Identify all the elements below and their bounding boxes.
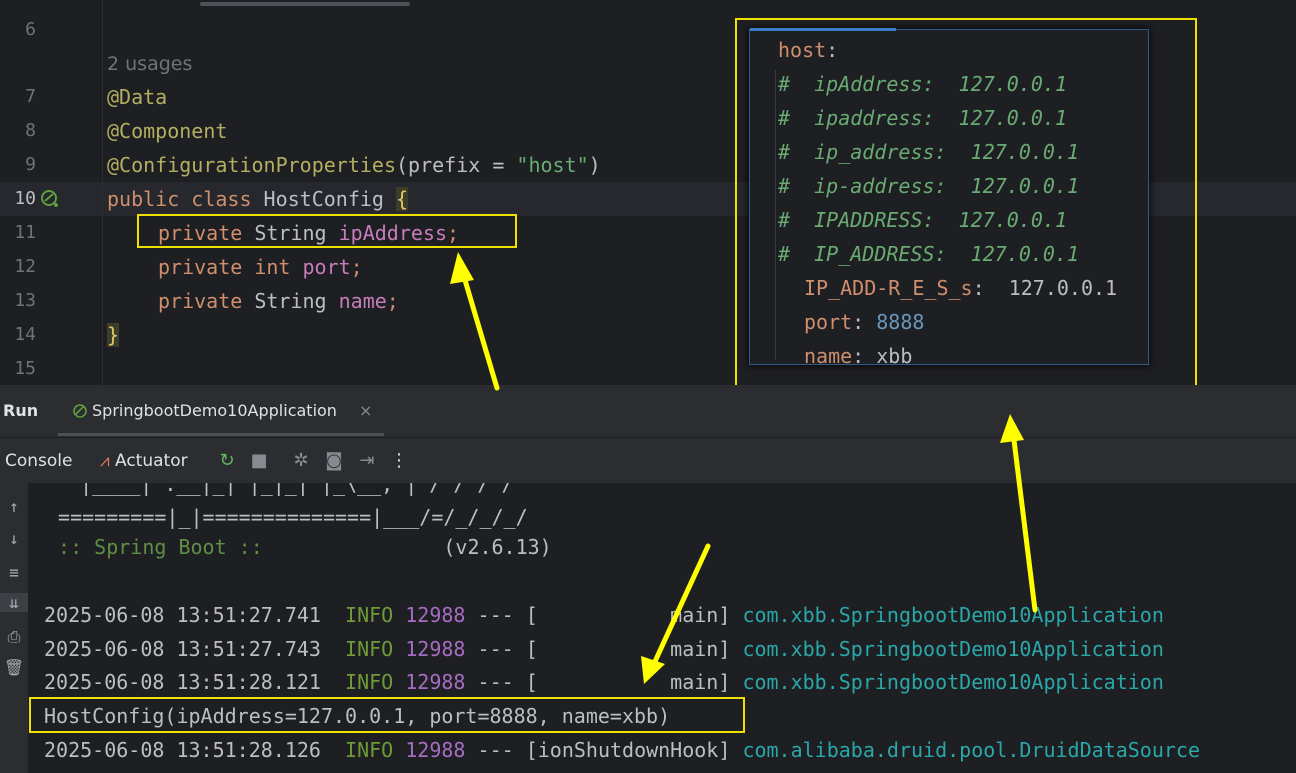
annotation-close: ) [588,153,601,177]
print-icon[interactable]: ⎙ [0,627,28,647]
log-pid: 12988 [405,637,466,661]
semicolon: ; [386,289,399,313]
banner-line: =========|_|==============|___/=/_/_/_/ [46,505,528,529]
line-number: 7 [25,86,36,107]
more-options-icon[interactable]: ⋮ [388,450,410,471]
log-line: 2025-06-08 13:51:27.741 INFO 12988 --- [… [44,598,1164,632]
log-timestamp: 2025-06-08 13:51:28.121 [44,670,321,694]
code-annotation-component[interactable]: @Component [107,114,227,148]
debug-icon[interactable]: ✲ [290,450,312,471]
log-sep: --- [ [465,603,538,627]
log-timestamp: 2025-06-08 13:51:28.126 [44,738,321,762]
usages-hint[interactable]: 2 usages [107,47,192,81]
run-tab-label: SpringbootDemo10Application [92,401,337,420]
log-line: 2025-06-08 13:51:28.121 INFO 12988 --- [… [44,665,1164,699]
log-thread: main] [537,637,743,661]
run-title[interactable]: Run [3,401,38,420]
log-pid: 12988 [405,670,466,694]
stop-icon[interactable]: ■ [248,450,270,471]
log-level: INFO [345,670,394,694]
log-sep: --- [ [465,670,538,694]
scroll-to-end-icon[interactable]: ⇊ [0,593,28,612]
brace: } [107,323,120,347]
log-logger[interactable]: com.alibaba.druid.pool.DruidDataSource [742,738,1200,762]
close-icon[interactable]: × [359,401,372,420]
camera-icon[interactable]: ◙ [323,450,345,471]
log-sep: --- [ [465,738,538,762]
horizontal-scrollbar[interactable] [200,2,410,6]
soft-wrap-icon[interactable]: ≡ [0,563,28,582]
line-number: 6 [25,19,36,40]
log-level: INFO [345,738,394,762]
semicolon: ; [350,255,363,279]
log-pid: 12988 [405,738,466,762]
code-annotation-data[interactable]: @Data [107,80,167,114]
log-level: INFO [345,637,394,661]
line-number: 15 [14,358,36,379]
keyword: private [158,289,255,313]
actuator-icon: ⩘ [100,451,110,471]
log-logger[interactable]: com.xbb.SpringbootDemo10Application [742,637,1163,661]
code-field-name[interactable]: private String name; [158,284,399,318]
field-name: port [302,255,351,279]
spring-bean-gutter-icon[interactable] [40,189,60,209]
banner-line: |____| .__|_| |_|_| |_\__, | / / / / [56,483,514,496]
log-line: 2025-06-08 13:51:27.743 INFO 12988 --- [… [44,632,1164,666]
annotation-string: "host" [516,153,589,177]
console-side-toolbar: ↑ ↓ ≡ ⇊ ⎙ 🗑 [0,483,28,773]
spring-boot-icon [73,404,87,418]
field-name: name [338,289,387,313]
type: String [254,289,339,313]
log-line: 2025-06-08 13:51:28.126 INFO 12988 --- [… [44,733,1200,767]
highlight-box-yaml [735,18,1197,387]
line-number: 13 [14,290,36,311]
log-logger[interactable]: com.xbb.SpringbootDemo10Application [742,670,1163,694]
banner-version: (v2.6.13) [274,535,552,559]
gutter-separator [102,0,103,385]
line-number: 11 [14,222,36,243]
run-config-tab[interactable]: SpringbootDemo10Application [72,401,337,420]
line-number: 9 [25,154,36,175]
line-number: 14 [14,324,36,345]
code-closing-brace[interactable]: } [107,318,120,352]
line-number: 8 [25,120,36,141]
log-logger[interactable]: com.xbb.SpringbootDemo10Application [742,603,1163,627]
log-timestamp: 2025-06-08 13:51:27.743 [44,637,321,661]
run-tool-window-header: Run SpringbootDemo10Application × [0,385,1296,437]
line-number: 10 [14,188,36,209]
console-tab[interactable]: Console [5,451,73,471]
log-thread: main] [537,670,743,694]
banner-spring: :: Spring Boot :: [46,535,275,559]
arrow-down-icon[interactable]: ↓ [0,529,28,548]
code-annotation-config-properties[interactable]: @ConfigurationProperties(prefix = "host"… [107,148,601,182]
log-thread: ionShutdownHook] [537,738,743,762]
trash-icon[interactable]: 🗑 [0,658,28,677]
rerun-icon[interactable]: ↻ [216,450,238,471]
code-class-declaration[interactable]: public class HostConfig { [107,182,409,216]
log-pid: 12988 [405,603,466,627]
exit-icon[interactable]: ⇥ [356,450,378,471]
spring-boot-banner: :: Spring Boot :: (v2.6.13) [46,530,552,564]
log-thread: main] [537,603,743,627]
class-name: HostConfig [263,187,396,211]
log-sep: --- [ [465,637,538,661]
actuator-label: Actuator [115,451,188,471]
actuator-tab[interactable]: ⩘ Actuator [100,451,188,471]
code-field-port[interactable]: private int port; [158,250,363,284]
keyword: private [158,255,255,279]
highlight-box-output [29,697,745,733]
brace: { [396,187,409,211]
annotation-args: (prefix = [395,153,517,177]
annotation-name: @ConfigurationProperties [107,153,396,177]
console-toolbar: Console ⩘ Actuator ↻ ■ ✲ ◙ ⇥ ⋮ [0,437,1296,483]
type: int [254,255,303,279]
active-tab-underline [58,433,384,436]
log-level: INFO [345,603,394,627]
line-number: 12 [14,256,36,277]
arrow-up-icon[interactable]: ↑ [0,497,28,516]
highlight-box-ipaddress [137,214,517,248]
keyword: public class [107,187,264,211]
log-timestamp: 2025-06-08 13:51:27.741 [44,603,321,627]
